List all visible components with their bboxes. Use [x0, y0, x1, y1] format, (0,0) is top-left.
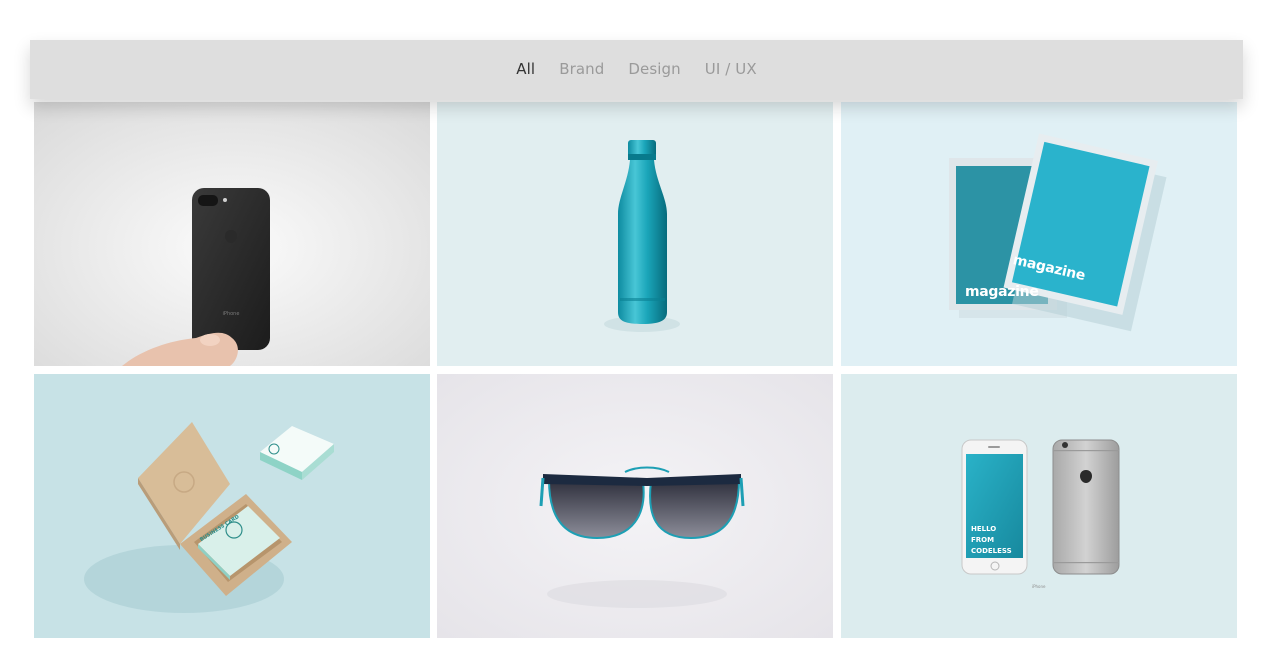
smartphone-photo: iPhone — [34, 102, 430, 366]
filter-ui-ux[interactable]: UI / UX — [705, 40, 757, 99]
portfolio-item-sunglasses[interactable] — [437, 374, 833, 638]
sunglasses-photo — [437, 374, 833, 638]
filter-all[interactable]: All — [516, 40, 535, 99]
portfolio-item-bottle[interactable] — [437, 102, 833, 366]
phone-back-label: iPhone — [1032, 584, 1046, 589]
bottle-photo — [437, 102, 833, 366]
filter-brand[interactable]: Brand — [559, 40, 604, 99]
portfolio-item-two-phones[interactable]: HELLO FROM CODELESS iPhone — [841, 374, 1237, 638]
phone-label: iPhone — [223, 311, 240, 317]
phone-screen-text: HELLO FROM CODELESS — [971, 525, 1012, 555]
portfolio-item-business-cards[interactable]: BUSINESS CARD — [34, 374, 430, 638]
magazine-back-title: magazine — [965, 284, 1039, 300]
two-phones-photo — [841, 374, 1237, 638]
magazine-photo — [841, 102, 1237, 366]
business-card-photo — [34, 374, 430, 638]
portfolio-filter-bar: All Brand Design UI / UX — [30, 40, 1243, 99]
portfolio-item-magazine[interactable]: magazine magazine — [841, 102, 1237, 366]
portfolio-item-smartphone[interactable]: iPhone — [34, 102, 430, 366]
filter-design[interactable]: Design — [628, 40, 680, 99]
